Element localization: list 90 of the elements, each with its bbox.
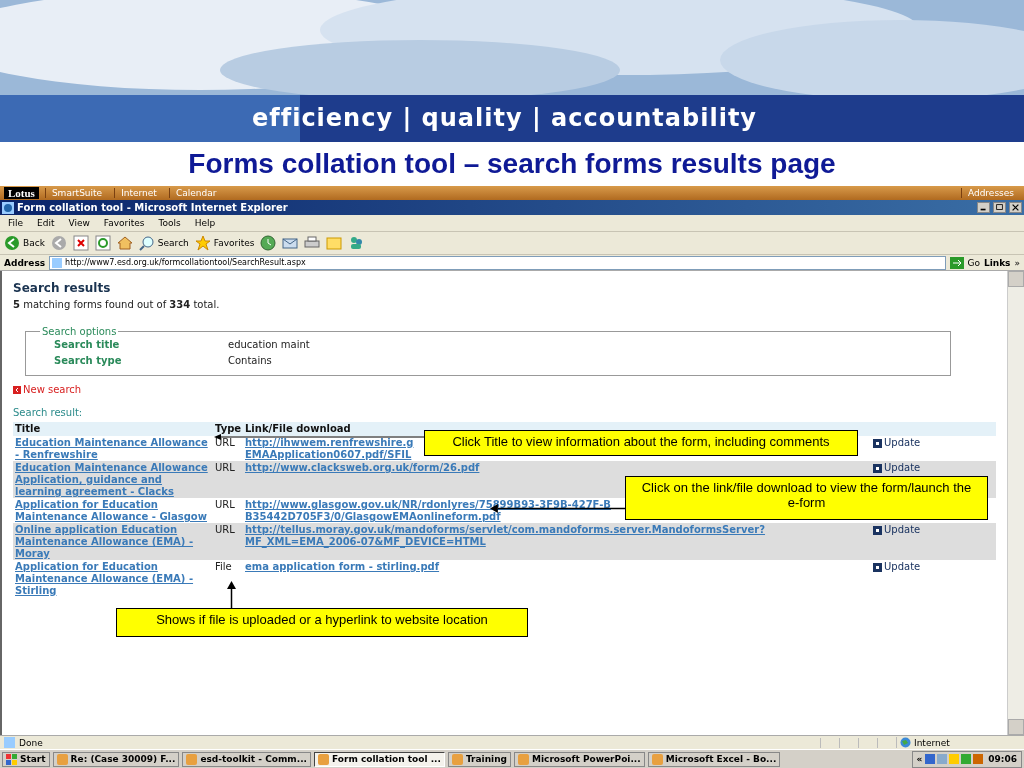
app-icon [186, 753, 198, 765]
update-link[interactable]: Update [873, 524, 921, 536]
menu-item[interactable]: File [8, 218, 24, 228]
globe-icon [900, 737, 911, 748]
taskbar-item[interactable]: Form collation tool ... [314, 751, 445, 767]
download-link[interactable]: ema application form - stirling.pdf [245, 561, 440, 573]
option-label: Search type [54, 354, 123, 368]
windows-logo-icon [6, 753, 17, 765]
more-chevron[interactable]: » [1014, 257, 1020, 268]
search-button[interactable]: Search [138, 235, 189, 251]
slide-title: Forms collation tool – search forms results page [187, 147, 837, 181]
maximize-button[interactable] [993, 202, 1006, 213]
window-title: Form collation tool - Microsoft Internet Explorer [17, 202, 289, 213]
option-label: Search title [54, 338, 121, 352]
type-cell: File [215, 561, 232, 572]
forward-icon[interactable] [50, 235, 67, 251]
app-icon [651, 753, 663, 765]
edit-icon [873, 525, 882, 535]
tray-chevron[interactable]: « [916, 754, 923, 764]
start-button[interactable]: Start [2, 751, 50, 767]
edit-icon [873, 438, 882, 448]
callout-note: Click on the link/file download to view the form/launch the e-form [625, 476, 988, 520]
option-value: education maint [228, 338, 310, 352]
app-icon [518, 753, 529, 765]
back-arrow-icon [13, 385, 21, 394]
close-button[interactable] [1009, 202, 1022, 213]
home-icon[interactable] [116, 235, 133, 251]
page-heading: Search results [13, 281, 112, 295]
column-header: Title [13, 422, 213, 436]
menu-item[interactable]: Favorites [103, 218, 145, 228]
app-icon [318, 753, 329, 765]
mail-icon[interactable] [282, 235, 299, 251]
page-icon [52, 257, 63, 268]
taskbar-item[interactable]: Microsoft Excel - Bo... [647, 751, 781, 767]
taskbar-item[interactable]: Microsoft PowerPoi... [514, 751, 645, 767]
menu-item[interactable]: Tools [158, 218, 181, 228]
callout-note: Click Title to view information about the form, including comments [424, 430, 858, 456]
column-header: Type [213, 422, 243, 436]
clock: 09:06 [988, 754, 1017, 764]
page-icon [4, 737, 15, 748]
section-label: Search result: [13, 407, 84, 418]
form-title-link[interactable]: Education Maintenance Allowance - Renfrewshire [15, 437, 211, 461]
go-button[interactable]: Go [950, 256, 980, 269]
menu-item[interactable]: Edit [37, 218, 55, 228]
type-cell: URL [215, 437, 235, 448]
type-cell: URL [215, 499, 235, 510]
address-label: Address [4, 257, 46, 268]
back-button[interactable]: Back [4, 235, 45, 251]
people-icon[interactable] [348, 235, 365, 251]
taskbar-item[interactable]: Re: (Case 30009) F... [52, 751, 180, 767]
update-link[interactable]: Update [873, 462, 921, 474]
update-link[interactable]: Update [873, 437, 921, 449]
minimize-button[interactable] [977, 202, 990, 213]
type-cell: URL [215, 462, 235, 473]
search-icon [138, 235, 155, 251]
result-summary: 5 matching forms found out of 334 total. [13, 299, 221, 310]
go-arrow-icon [950, 256, 965, 269]
app-icon [56, 753, 68, 765]
new-search-link[interactable]: New search [13, 384, 82, 395]
pointer-arrow [227, 581, 236, 608]
form-title-link[interactable]: Application for Education Maintenance Allowance - Glasgow [15, 499, 211, 523]
zone-label: Internet [914, 737, 950, 748]
edit-icon [873, 463, 882, 473]
panel-legend: Search options [40, 326, 119, 337]
back-icon[interactable] [4, 235, 20, 251]
scrollbar[interactable] [1007, 271, 1024, 735]
favorites-button[interactable]: Favorites [194, 235, 255, 251]
banner-tagline: efficiency | quality | accountability [252, 104, 757, 132]
taskbar-item[interactable]: esd-toolkit - Comm... [182, 751, 311, 767]
edit-icon [873, 562, 882, 572]
lotus-logo[interactable]: Lotus [4, 187, 39, 199]
menu-item[interactable]: Help [194, 218, 216, 228]
tray-icons[interactable] [925, 753, 986, 765]
callout-note: Shows if file is uploaded or a hyperlink to website location [116, 608, 528, 637]
menu-item[interactable]: View [68, 218, 90, 228]
form-title-link[interactable]: Application for Education Maintenance Allowance (EMA) - Stirling [15, 561, 211, 597]
print-icon[interactable] [304, 235, 321, 251]
history-icon[interactable] [260, 235, 277, 251]
address-field[interactable]: http://www7.esd.org.uk/formcollationtool/SearchResult.aspx [49, 255, 947, 270]
browser-icon [2, 201, 14, 214]
option-value: Contains [228, 354, 272, 368]
update-link[interactable]: Update [873, 561, 921, 573]
links-label[interactable]: Links [983, 257, 1011, 268]
app-icon [451, 753, 463, 765]
taskbar-item[interactable]: Training [447, 751, 511, 767]
type-cell: URL [215, 524, 235, 535]
status-text: Done [19, 737, 44, 748]
refresh-icon[interactable] [94, 235, 111, 251]
star-icon [194, 235, 211, 251]
stop-icon[interactable] [72, 235, 89, 251]
